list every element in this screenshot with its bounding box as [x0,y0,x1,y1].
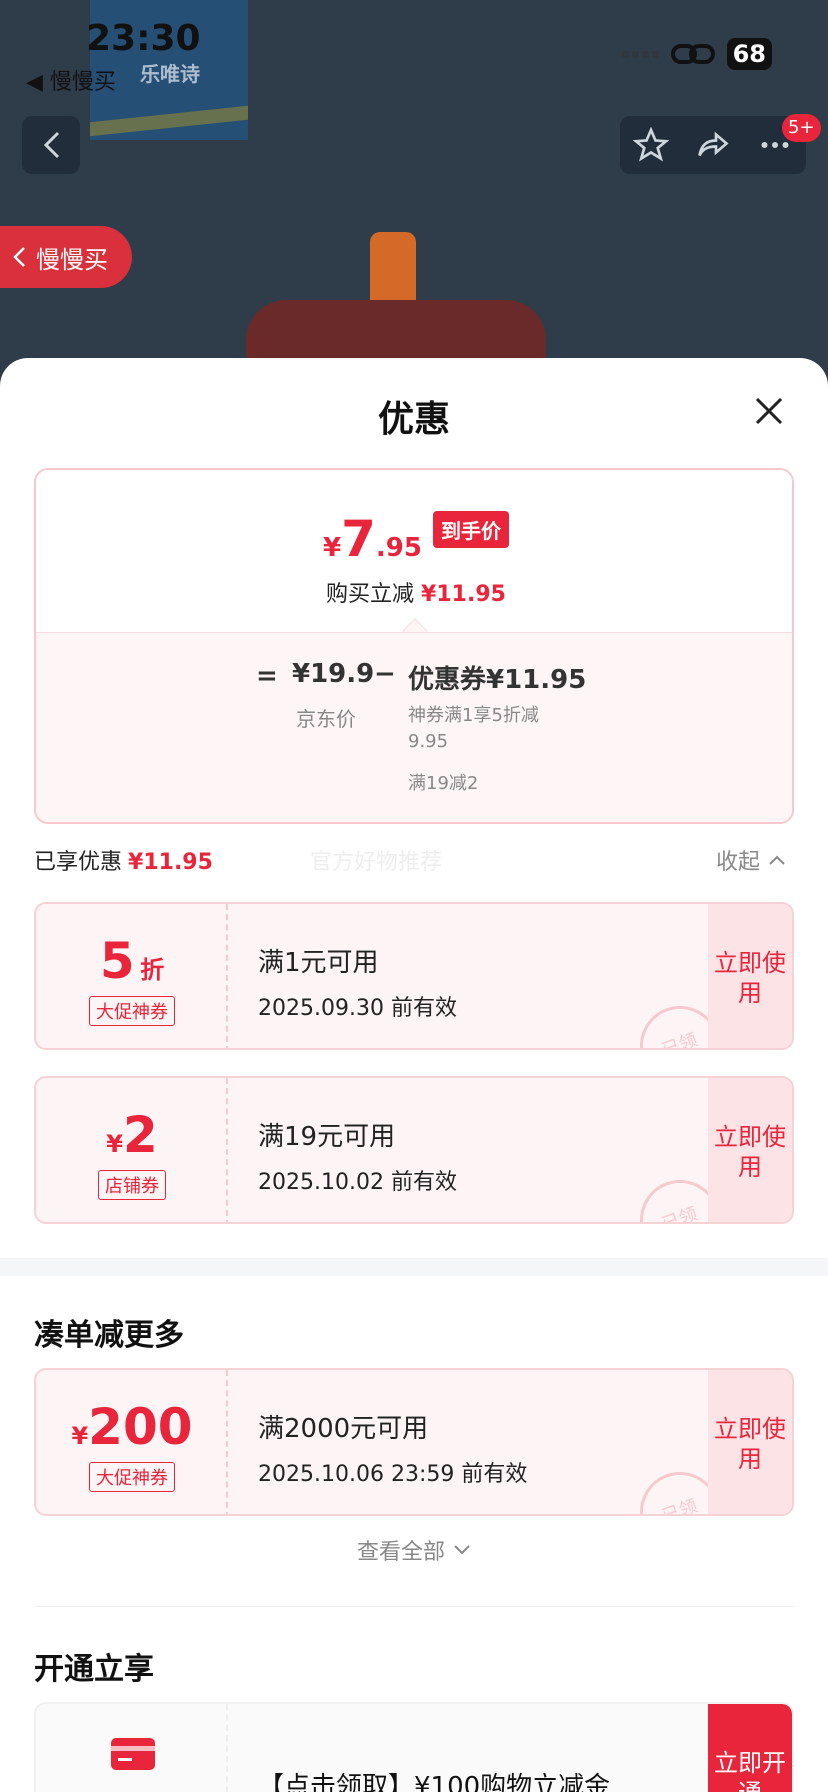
chevron-left-icon [13,247,25,267]
more-section-title: 凑单减更多 [34,1318,184,1353]
final-price-tag: 到手价 [433,511,510,548]
coupon-value-area: 5 折 大促神券 [36,904,228,1048]
product-straw [370,232,416,308]
final-price: ¥7.95 到手价 [36,510,792,568]
card-icon [111,1738,155,1770]
status-time: 23:30 [86,18,201,59]
coupon-type: 店铺券 [36,1170,228,1200]
coupon-type: 大促神券 [36,1462,228,1492]
coupon-amount-value: 200 [88,1398,193,1456]
coupon-amount: 5 折 [36,932,228,990]
back-pill-label: 慢慢买 [36,245,108,274]
coupon-value-area: ¥2 店铺券 [36,1078,228,1222]
jd-price-label: 京东价 [296,707,356,731]
signal-icon [621,50,659,58]
enjoyed-discount: 已享优惠 ¥11.95 [34,844,213,876]
brand-logo-text: 乐唯诗 [140,62,200,86]
coupon-card: ¥2 店铺券 满19元可用 2025.10.02 前有效 已领 立即使用 [34,1076,794,1224]
coupon-amount-unit: 折 [140,956,165,984]
coupon-currency: ¥ [106,1130,123,1158]
use-coupon-button[interactable]: 立即使用 [708,904,792,1048]
open-now-button[interactable]: 立即开通 [708,1704,792,1792]
coupon-card: 5 折 大促神券 满1元可用 2025.09.30 前有效 已领 立即使用 [34,902,794,1050]
sheet-title: 优惠 [377,399,450,440]
coupon-type-label: 大促神券 [89,1462,175,1492]
divider [34,1606,794,1607]
membership-offer-text: 【点击领取】¥100购物立减金 [258,1772,611,1792]
link-icon [670,44,715,64]
close-icon[interactable] [752,394,786,428]
share-icon[interactable] [695,127,731,163]
enjoyed-value: ¥11.95 [128,850,213,875]
use-coupon-button[interactable]: 立即使用 [708,1370,792,1514]
coupon-amount-value: 2 [122,1106,158,1164]
chevron-left-icon [43,131,60,159]
coupon-amount: ¥200 [36,1398,228,1456]
chevron-up-icon [769,855,785,865]
coupon-type: 大促神券 [36,996,228,1026]
use-coupon-button[interactable]: 立即使用 [708,1078,792,1222]
back-to-app-link[interactable]: ◀ 慢慢买 [26,64,116,96]
collapse-label: 收起 [716,850,761,875]
reduce-label: 购买立减 [326,582,415,607]
discount-sheet: 优惠 ¥7.95 到手价 购买立减 ¥11.95 = ¥19.9 − 优惠券¥1… [0,358,828,1792]
coupon-expiry: 2025.10.06 23:59 前有效 [258,1462,528,1487]
membership-icon-area [36,1704,228,1792]
back-button[interactable] [22,116,80,174]
watermark-text: 官方好物推荐 [310,850,443,875]
coupon-value-area: ¥200 大促神券 [36,1370,228,1514]
price-decimal: .95 [375,533,422,563]
back-pill-button[interactable]: 慢慢买 [0,226,132,288]
brand-swoosh [90,105,248,137]
coupon-amount-value: 5 [99,932,135,990]
coupon-type-label: 大促神券 [89,996,175,1026]
price-breakdown: = ¥19.9 − 优惠券¥11.95 京东价 神券满1享5折减9.95 满19… [36,632,792,822]
coupon-expiry: 2025.09.30 前有效 [258,996,457,1021]
minus-sign: − [374,659,396,689]
instant-reduce: 购买立减 ¥11.95 [36,576,792,608]
coupon-detail: 神券满1享5折减9.95 [408,705,539,752]
collapse-toggle[interactable]: 收起 [716,844,786,876]
coupon-type-label: 店铺券 [98,1170,166,1200]
price-summary: ¥7.95 到手价 购买立减 ¥11.95 = ¥19.9 − 优惠券¥11.9… [34,468,794,824]
product-lid [246,300,546,360]
coupon-currency: ¥ [71,1422,89,1450]
coupon-condition: 满1元可用 [258,948,379,978]
section-divider [0,1258,828,1276]
membership-card: 【点击领取】¥100购物立减金 立即开通 [34,1702,794,1792]
coupon-condition: 满2000元可用 [258,1414,429,1444]
status-icons: 68 [621,38,772,70]
coupon-expiry: 2025.10.02 前有效 [258,1170,457,1195]
battery-indicator: 68 [726,38,772,70]
open-section-title: 开通立享 [34,1652,154,1687]
view-all-link[interactable]: 查看全部 [0,1534,828,1566]
chevron-down-icon [454,1545,470,1555]
star-icon[interactable] [633,127,669,163]
enjoyed-label: 已享优惠 [34,850,123,875]
equals-sign: = [256,661,278,691]
reduce-value: ¥11.95 [421,582,506,607]
jd-price: ¥19.9 [292,659,375,689]
nav-actions [620,116,806,174]
price-integer: 7 [341,510,376,568]
coupon-amount: ¥2 [36,1106,228,1164]
message-badge: 5+ [782,114,821,142]
view-all-label: 查看全部 [356,1540,445,1565]
coupon-detail-2: 满19减2 [408,773,479,794]
coupon-condition: 满19元可用 [258,1122,396,1152]
coupon-card: ¥200 大促神券 满2000元可用 2025.10.06 23:59 前有效 … [34,1368,794,1516]
coupon-total: 优惠券¥11.95 [408,665,587,695]
price-currency: ¥ [322,533,342,563]
